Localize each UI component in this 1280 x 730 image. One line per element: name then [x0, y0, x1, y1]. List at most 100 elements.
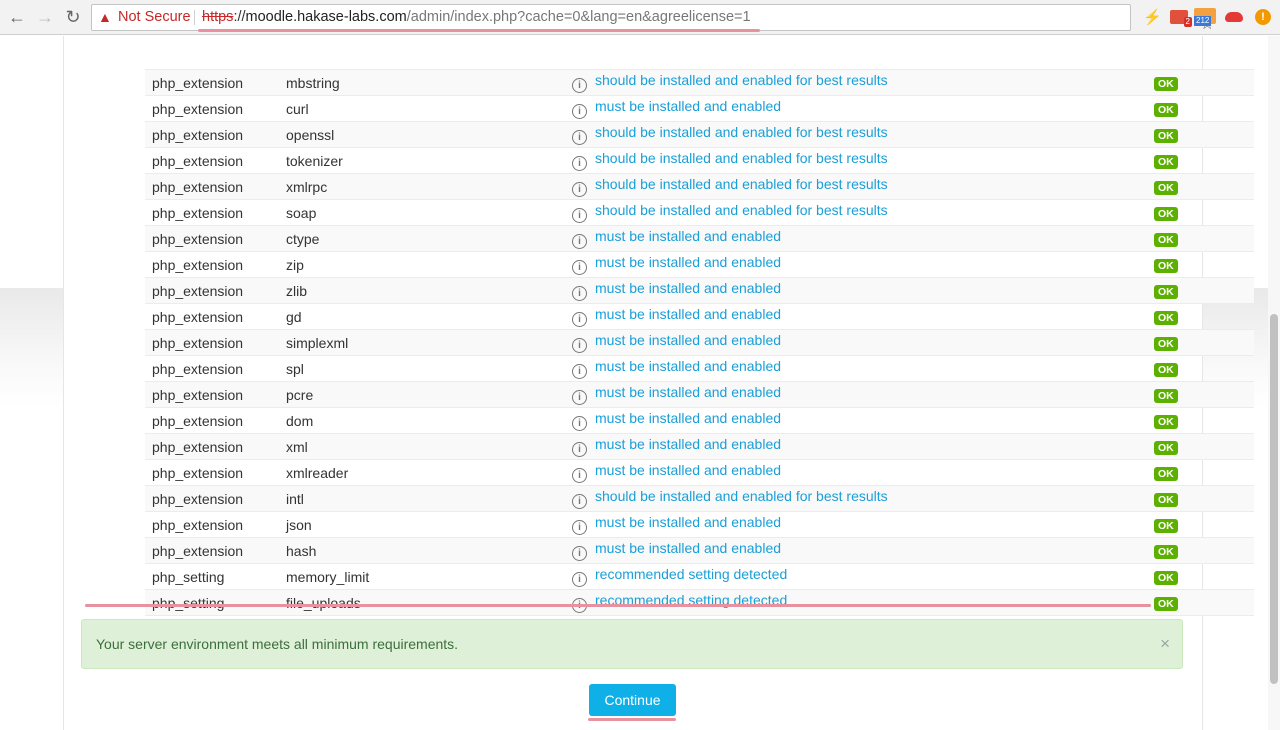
check-type: php_extension	[145, 251, 286, 278]
check-info-link[interactable]: should be installed and enabled for best…	[595, 176, 888, 192]
table-row: php_extension soap i should be installed an…	[145, 199, 1254, 226]
check-info-link[interactable]: should be installed and enabled for best…	[595, 488, 888, 504]
check-status-cell: OK	[1154, 329, 1254, 356]
table-row: php_extension zlib i must be installed and …	[145, 277, 1254, 304]
check-info-link[interactable]: must be installed and enabled	[595, 280, 781, 296]
not-secure-label[interactable]: Not Secure	[118, 5, 191, 30]
cloud-extension-icon[interactable]	[1225, 12, 1243, 22]
check-info-link[interactable]: should be installed and enabled for best…	[595, 72, 888, 88]
check-status-cell: OK	[1154, 199, 1254, 226]
address-bar[interactable]: ▲ Not Secure https://moodle.hakase-labs.…	[91, 4, 1214, 33]
check-info-link[interactable]: must be installed and enabled	[595, 332, 781, 348]
check-type: php_extension	[145, 173, 286, 200]
check-type: php_extension	[145, 69, 286, 96]
check-info-link[interactable]: must be installed and enabled	[595, 514, 781, 530]
continue-button[interactable]: Continue	[589, 684, 676, 716]
info-icon: i	[572, 286, 587, 301]
alert-message: Your server environment meets all minimu…	[96, 636, 459, 652]
check-info-link[interactable]: must be installed and enabled	[595, 98, 781, 114]
check-name: pcre	[286, 381, 572, 408]
gmail-extension-icon[interactable]: 2	[1170, 10, 1192, 27]
check-info-link[interactable]: must be installed and enabled	[595, 462, 781, 478]
check-type: php_extension	[145, 407, 286, 434]
status-badge: OK	[1154, 233, 1178, 247]
check-info-cell: i must be installed and enabled	[572, 277, 1183, 304]
check-name: memory_limit	[286, 563, 572, 590]
rss-extension-icon[interactable]: 212	[1194, 8, 1216, 26]
check-info-link[interactable]: should be installed and enabled for best…	[595, 202, 888, 218]
info-icon: i	[572, 572, 587, 587]
url-scheme: https	[202, 9, 234, 25]
check-name: zlib	[286, 277, 572, 304]
alert-extension-icon[interactable]: !	[1255, 9, 1271, 25]
check-status-cell: OK	[1154, 69, 1254, 96]
check-status-cell: OK	[1154, 303, 1254, 330]
check-info-cell: i should be installed and enabled for bes…	[572, 69, 1183, 96]
environment-checks-body: php_extension mbstring i should be installe…	[145, 69, 1254, 642]
check-name: spl	[286, 355, 572, 382]
info-icon: i	[572, 234, 587, 249]
check-info-cell: i must be installed and enabled	[572, 95, 1183, 122]
check-info-cell: irecommended setting detected	[572, 589, 1183, 616]
warning-icon: ▲	[98, 9, 112, 25]
status-badge: OK	[1154, 285, 1178, 299]
check-info-link[interactable]: should be installed and enabled for best…	[595, 150, 888, 166]
check-info-link[interactable]: must be installed and enabled	[595, 228, 781, 244]
close-icon[interactable]: ×	[1160, 620, 1170, 668]
info-icon: i	[572, 208, 587, 223]
check-status-cell: OK	[1154, 277, 1254, 304]
status-badge: OK	[1154, 103, 1178, 117]
check-type: php_extension	[145, 381, 286, 408]
check-name: xmlreader	[286, 459, 572, 486]
check-name: mbstring	[286, 69, 572, 96]
check-info-cell: i must be installed and enabled	[572, 407, 1183, 434]
info-icon: i	[572, 312, 587, 327]
check-info-link[interactable]: must be installed and enabled	[595, 410, 781, 426]
check-info-link[interactable]: recommended setting detected	[595, 566, 787, 582]
url-text[interactable]: https://moodle.hakase-labs.com/admin/ind…	[202, 5, 751, 30]
check-info-link[interactable]: must be installed and enabled	[595, 358, 781, 374]
status-badge: OK	[1154, 181, 1178, 195]
omnibox-divider	[194, 10, 195, 25]
table-row: php_extension dom i must be installed and e…	[145, 407, 1254, 434]
extension-icon[interactable]: ⚡	[1143, 8, 1162, 28]
check-info-cell: i must be installed and enabled	[572, 355, 1183, 382]
check-name: openssl	[286, 121, 572, 148]
url-highlight-underline	[198, 29, 760, 32]
check-info-link[interactable]: must be installed and enabled	[595, 306, 781, 322]
url-path: /admin/index.php?cache=0&lang=en&agreeli…	[406, 9, 751, 25]
table-row: php_extension ctype i must be installed and…	[145, 225, 1254, 252]
check-info-cell: i should be installed and enabled for bes…	[572, 199, 1183, 226]
page-scrollbar[interactable]	[1268, 36, 1280, 730]
browser-toolbar: ← → ↻ ▲ Not Secure https://moodle.hakase…	[0, 0, 1280, 35]
forward-arrow-icon[interactable]: →	[34, 6, 56, 28]
check-info-link[interactable]: must be installed and enabled	[595, 540, 781, 556]
check-name: dom	[286, 407, 572, 434]
scrollbar-thumb[interactable]	[1270, 314, 1278, 684]
check-type: php_setting	[145, 563, 286, 590]
gmail-count-badge: 2	[1183, 17, 1192, 27]
back-arrow-icon[interactable]: ←	[6, 6, 28, 28]
info-icon: i	[572, 520, 587, 535]
table-row: php_settingfile_uploadsirecommended sett…	[145, 589, 1254, 616]
info-icon: i	[572, 364, 587, 379]
check-type: php_extension	[145, 95, 286, 122]
check-info-cell: i must be installed and enabled	[572, 381, 1183, 408]
check-status-cell: OK	[1154, 511, 1254, 538]
check-info-cell: i should be installed and enabled for bes…	[572, 485, 1183, 512]
check-name: simplexml	[286, 329, 572, 356]
reload-icon[interactable]: ↻	[62, 6, 84, 28]
info-icon: i	[572, 130, 587, 145]
url-separator: ://	[233, 9, 246, 25]
status-badge: OK	[1154, 597, 1178, 611]
status-badge: OK	[1154, 259, 1178, 273]
check-type: php_extension	[145, 511, 286, 538]
check-name: hash	[286, 537, 572, 564]
check-info-link[interactable]: must be installed and enabled	[595, 436, 781, 452]
rss-count-badge: 212	[1194, 16, 1212, 26]
table-row: php_extension openssl i should be installed…	[145, 121, 1254, 148]
check-info-link[interactable]: should be installed and enabled for best…	[595, 124, 888, 140]
check-info-link[interactable]: must be installed and enabled	[595, 254, 781, 270]
check-info-link[interactable]: must be installed and enabled	[595, 384, 781, 400]
check-status-cell: OK	[1154, 589, 1254, 616]
